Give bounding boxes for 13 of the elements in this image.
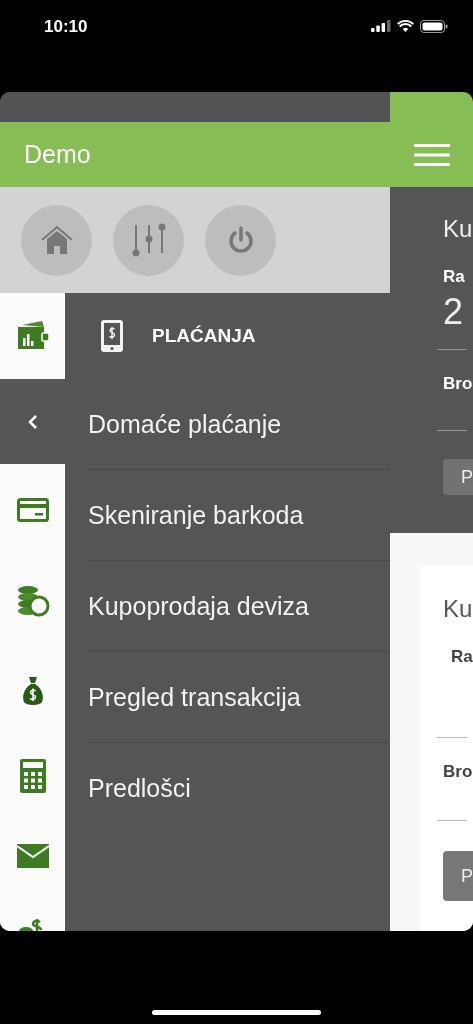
field-label: Ra (451, 647, 473, 667)
status-time: 10:10 (44, 16, 88, 37)
menu-item[interactable]: Predlošci (88, 743, 390, 833)
field-label: Ra (443, 267, 465, 287)
card-button[interactable]: P (443, 459, 473, 495)
field-value: 2 (443, 291, 464, 333)
app-title: Demo (24, 140, 91, 169)
card-button[interactable]: P (443, 851, 473, 901)
card-title: Ku (443, 215, 473, 243)
field-label: Bro (443, 374, 473, 394)
menu-section-title: PLAĆANJA (152, 325, 256, 347)
field-label: Bro (443, 762, 473, 782)
card-title: Ku (443, 595, 473, 623)
